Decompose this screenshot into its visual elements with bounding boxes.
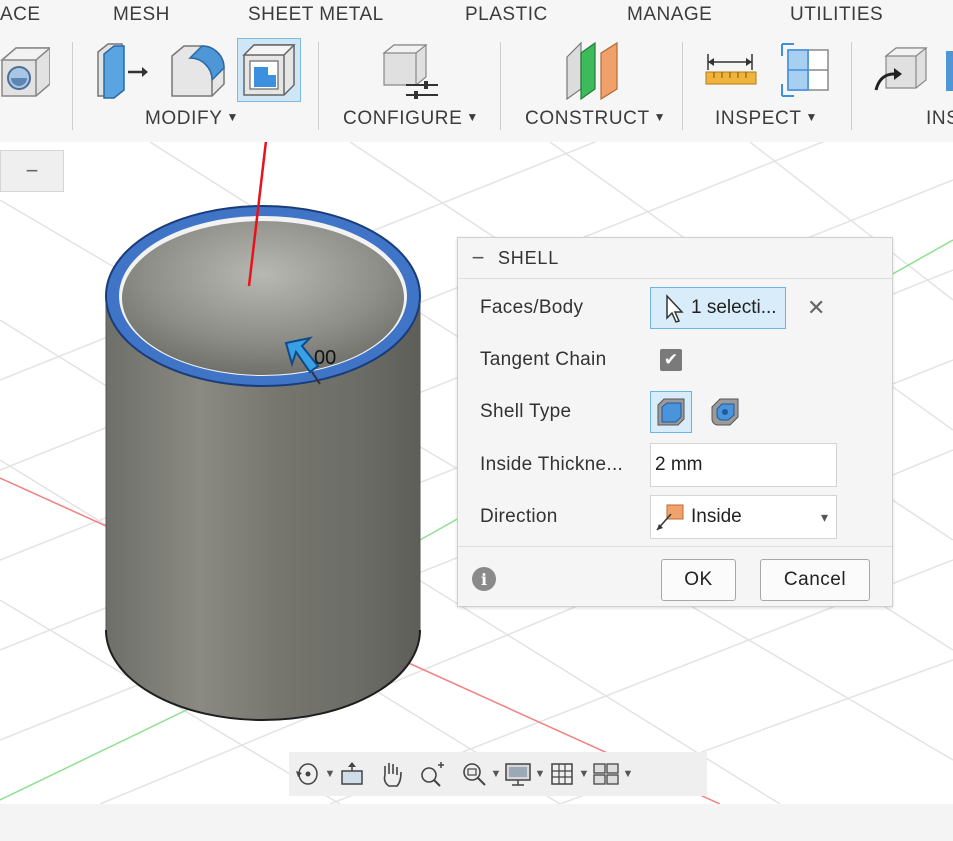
configure-menu[interactable]: CONFIGURE ▼ — [343, 108, 479, 130]
faces-selection-button[interactable]: 1 selecti... — [650, 287, 786, 329]
shell-type-label: Shell Type — [480, 401, 572, 422]
minus-icon: − — [25, 158, 39, 183]
measure-tool[interactable] — [698, 38, 762, 102]
ok-button[interactable]: OK — [661, 559, 736, 601]
tangent-chain-checkbox[interactable]: ✔ — [660, 349, 682, 371]
cancel-button[interactable]: Cancel — [760, 559, 870, 601]
tab-mesh[interactable]: MESH — [113, 4, 170, 26]
caret-down-icon: ▼ — [466, 110, 479, 124]
thickness-row: Inside Thickne... — [458, 441, 894, 489]
cylinder-interior — [122, 221, 404, 375]
ribbon-separator — [72, 42, 73, 130]
shell-type-row: Shell Type — [458, 388, 894, 436]
fit-icon[interactable] — [459, 759, 489, 789]
pan-icon[interactable] — [377, 759, 407, 789]
tab-surface[interactable]: ACE — [0, 4, 41, 26]
insert-label: INS — [926, 108, 953, 129]
tangent-chain-label: Tangent Chain — [480, 349, 607, 370]
clear-selection-icon[interactable]: ✕ — [807, 295, 825, 321]
shell-type-sharp-button[interactable] — [650, 391, 692, 433]
direction-row: Direction Inside ▾ — [458, 493, 894, 541]
fillet-tool[interactable] — [164, 38, 228, 102]
insert-menu[interactable]: INS — [926, 108, 953, 130]
browser-collapse-button[interactable]: − — [0, 150, 64, 192]
tangent-row: Tangent Chain ✔ — [458, 336, 894, 384]
direction-label: Direction — [480, 506, 558, 527]
cursor-dimension-label: 00 — [314, 347, 336, 369]
ribbon: MODIFY ▼ CONFIGURE ▼ CONSTRUCT ▼ INSPECT… — [0, 30, 953, 142]
inspect-label: INSPECT — [715, 108, 802, 129]
viewports-icon[interactable] — [591, 759, 621, 789]
shell-type-rounded-button[interactable] — [704, 391, 746, 433]
ribbon-separator — [318, 42, 319, 130]
create-body-tool[interactable] — [0, 38, 54, 102]
caret-down-icon[interactable]: ▼ — [577, 768, 591, 780]
faces-selection-value: 1 selecti... — [691, 297, 777, 318]
direction-select[interactable]: Inside ▾ — [650, 495, 837, 539]
grid-icon[interactable] — [547, 759, 577, 789]
tab-plastic[interactable]: PLASTIC — [465, 4, 548, 26]
direction-value: Inside — [691, 506, 742, 527]
shell-icon — [242, 44, 296, 96]
bottom-status-area — [0, 804, 953, 841]
navigation-bar: ▼ ▼ ▼ ▼ ▼ — [289, 752, 707, 796]
construct-label: CONSTRUCT — [525, 108, 650, 129]
look-at-icon[interactable] — [337, 759, 367, 789]
dropdown-caret-icon: ▾ — [820, 508, 828, 525]
faces-label: Faces/Body — [480, 297, 584, 318]
ribbon-separator — [500, 42, 501, 130]
tab-utilities[interactable]: UTILITIES — [790, 4, 883, 26]
caret-down-icon[interactable]: ▼ — [489, 768, 503, 780]
insert-image-tool[interactable] — [940, 38, 953, 102]
configure-tool[interactable] — [375, 38, 439, 102]
ribbon-separator — [682, 42, 683, 130]
construct-planes-icon — [566, 41, 618, 101]
orbit-icon[interactable] — [293, 759, 323, 789]
dialog-footer: i OK Cancel — [458, 546, 892, 608]
dialog-header: − SHELL — [458, 238, 892, 279]
configure-icon — [382, 44, 438, 99]
direction-icon — [656, 504, 684, 531]
press-pull-icon — [97, 43, 148, 99]
toolbar-tabs: ACE MESH SHEET METAL PLASTIC MANAGE UTIL… — [0, 0, 953, 30]
info-icon[interactable]: i — [472, 567, 496, 591]
section-analysis-icon — [781, 43, 829, 97]
box-hole-icon — [0, 47, 50, 97]
insert-derive-tool[interactable] — [868, 38, 932, 102]
inside-thickness-label: Inside Thickne... — [480, 454, 624, 475]
shell-rounded-icon — [711, 398, 739, 426]
tab-manage[interactable]: MANAGE — [627, 4, 712, 26]
construct-menu[interactable]: CONSTRUCT ▼ — [525, 108, 666, 130]
section-analysis-tool[interactable] — [772, 38, 836, 102]
inside-thickness-input[interactable] — [650, 443, 837, 487]
select-cursor-icon — [666, 294, 684, 323]
caret-down-icon: ▼ — [653, 110, 667, 124]
caret-down-icon[interactable]: ▼ — [323, 768, 337, 780]
insert-canvas-icon — [946, 51, 953, 91]
modify-menu[interactable]: MODIFY ▼ — [145, 108, 239, 130]
faces-row: Faces/Body 1 selecti... ✕ — [458, 284, 894, 332]
press-pull-tool[interactable] — [88, 38, 152, 102]
zoom-icon[interactable] — [417, 759, 447, 789]
dialog-minimize-button[interactable]: − — [458, 245, 498, 271]
caret-down-icon: ▼ — [805, 110, 819, 124]
shell-dialog: − SHELL Faces/Body 1 selecti... ✕ Tangen… — [457, 237, 893, 607]
shell-sharp-icon — [657, 398, 685, 426]
modify-label: MODIFY — [145, 108, 223, 129]
caret-down-icon: ▼ — [226, 110, 239, 124]
dialog-title: SHELL — [498, 247, 560, 268]
caret-down-icon[interactable]: ▼ — [533, 768, 547, 780]
configure-label: CONFIGURE — [343, 108, 463, 129]
display-settings-icon[interactable] — [503, 759, 533, 789]
caret-down-icon[interactable]: ▼ — [621, 768, 635, 780]
fillet-icon — [171, 45, 225, 97]
ribbon-separator — [851, 42, 852, 130]
shell-tool[interactable] — [237, 38, 301, 102]
tab-sheet-metal[interactable]: SHEET METAL — [248, 4, 384, 26]
construct-plane-tool[interactable] — [560, 38, 624, 102]
measure-icon — [705, 54, 757, 85]
insert-derive-icon — [874, 47, 928, 91]
inspect-menu[interactable]: INSPECT ▼ — [715, 108, 818, 130]
